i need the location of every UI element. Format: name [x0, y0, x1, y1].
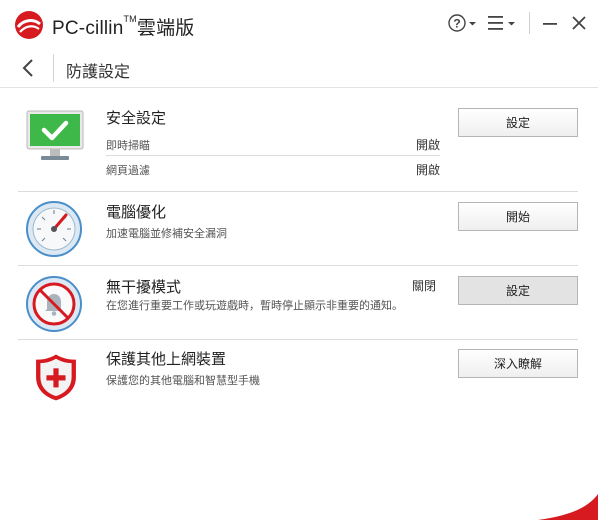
section-dnd-mode: 無干擾模式 關閉 在您進行重要工作或玩遊戲時，暫時停止顯示非重要的通知。 設定: [18, 266, 578, 340]
shield-plus-icon: [36, 354, 76, 401]
section-description: 在您進行重要工作或玩遊戲時，暫時停止顯示非重要的通知。: [106, 299, 403, 312]
section-description: 加速電腦並修補安全漏洞: [106, 227, 227, 240]
help-icon[interactable]: ?: [448, 13, 478, 33]
realtime-scan-status: 開啟: [415, 138, 440, 152]
optimize-start-button[interactable]: 開始: [458, 202, 578, 231]
section-title: 安全設定: [106, 109, 167, 127]
web-filter-status: 開啟: [415, 163, 440, 177]
section-description: 保護您的其他電腦和智慧型手機: [106, 374, 260, 387]
nav-bar: 防護設定: [0, 48, 598, 88]
dnd-settings-button[interactable]: 設定: [458, 276, 578, 305]
section-title: 無干擾模式: [106, 278, 182, 296]
close-icon[interactable]: [569, 13, 589, 33]
svg-text:?: ?: [453, 17, 460, 31]
security-settings-button[interactable]: 設定: [458, 108, 578, 137]
section-pc-optimization: 電腦優化 加速電腦並修補安全漏洞 開始: [18, 192, 578, 266]
section-protect-devices: 保護其他上網裝置 保護您的其他電腦和智慧型手機 深入瞭解: [18, 340, 578, 412]
titlebar-divider: [529, 12, 530, 34]
bell-muted-icon: [26, 276, 82, 332]
title-bar: PC-cillinTM雲端版 ?: [0, 0, 598, 46]
speedometer-icon: [26, 201, 82, 257]
section-title: 電腦優化: [106, 203, 167, 221]
nav-divider: [53, 54, 54, 82]
realtime-scan-label: 即時掃瞄: [106, 139, 150, 152]
page-title: 防護設定: [66, 62, 131, 81]
monitor-check-icon: [26, 110, 84, 160]
trend-micro-logo-icon: [15, 11, 43, 39]
corner-accent: [538, 494, 598, 520]
section-security-settings: 安全設定 即時掃瞄 開啟 網頁過濾 開啟 設定: [18, 100, 578, 192]
learn-more-button[interactable]: 深入瞭解: [458, 349, 578, 378]
web-filter-label: 網頁過濾: [106, 164, 150, 177]
dnd-status: 關閉: [411, 279, 436, 293]
section-title: 保護其他上網裝置: [106, 350, 227, 368]
app-suffix: 雲端版: [136, 18, 195, 39]
row-divider: [106, 155, 440, 156]
menu-icon[interactable]: [486, 13, 518, 33]
app-title: PC-cillinTM雲端版: [52, 13, 195, 40]
trademark: TM: [123, 14, 137, 24]
minimize-icon[interactable]: [540, 13, 560, 33]
back-button[interactable]: [16, 56, 42, 80]
app-name: PC-cillin: [52, 18, 124, 39]
